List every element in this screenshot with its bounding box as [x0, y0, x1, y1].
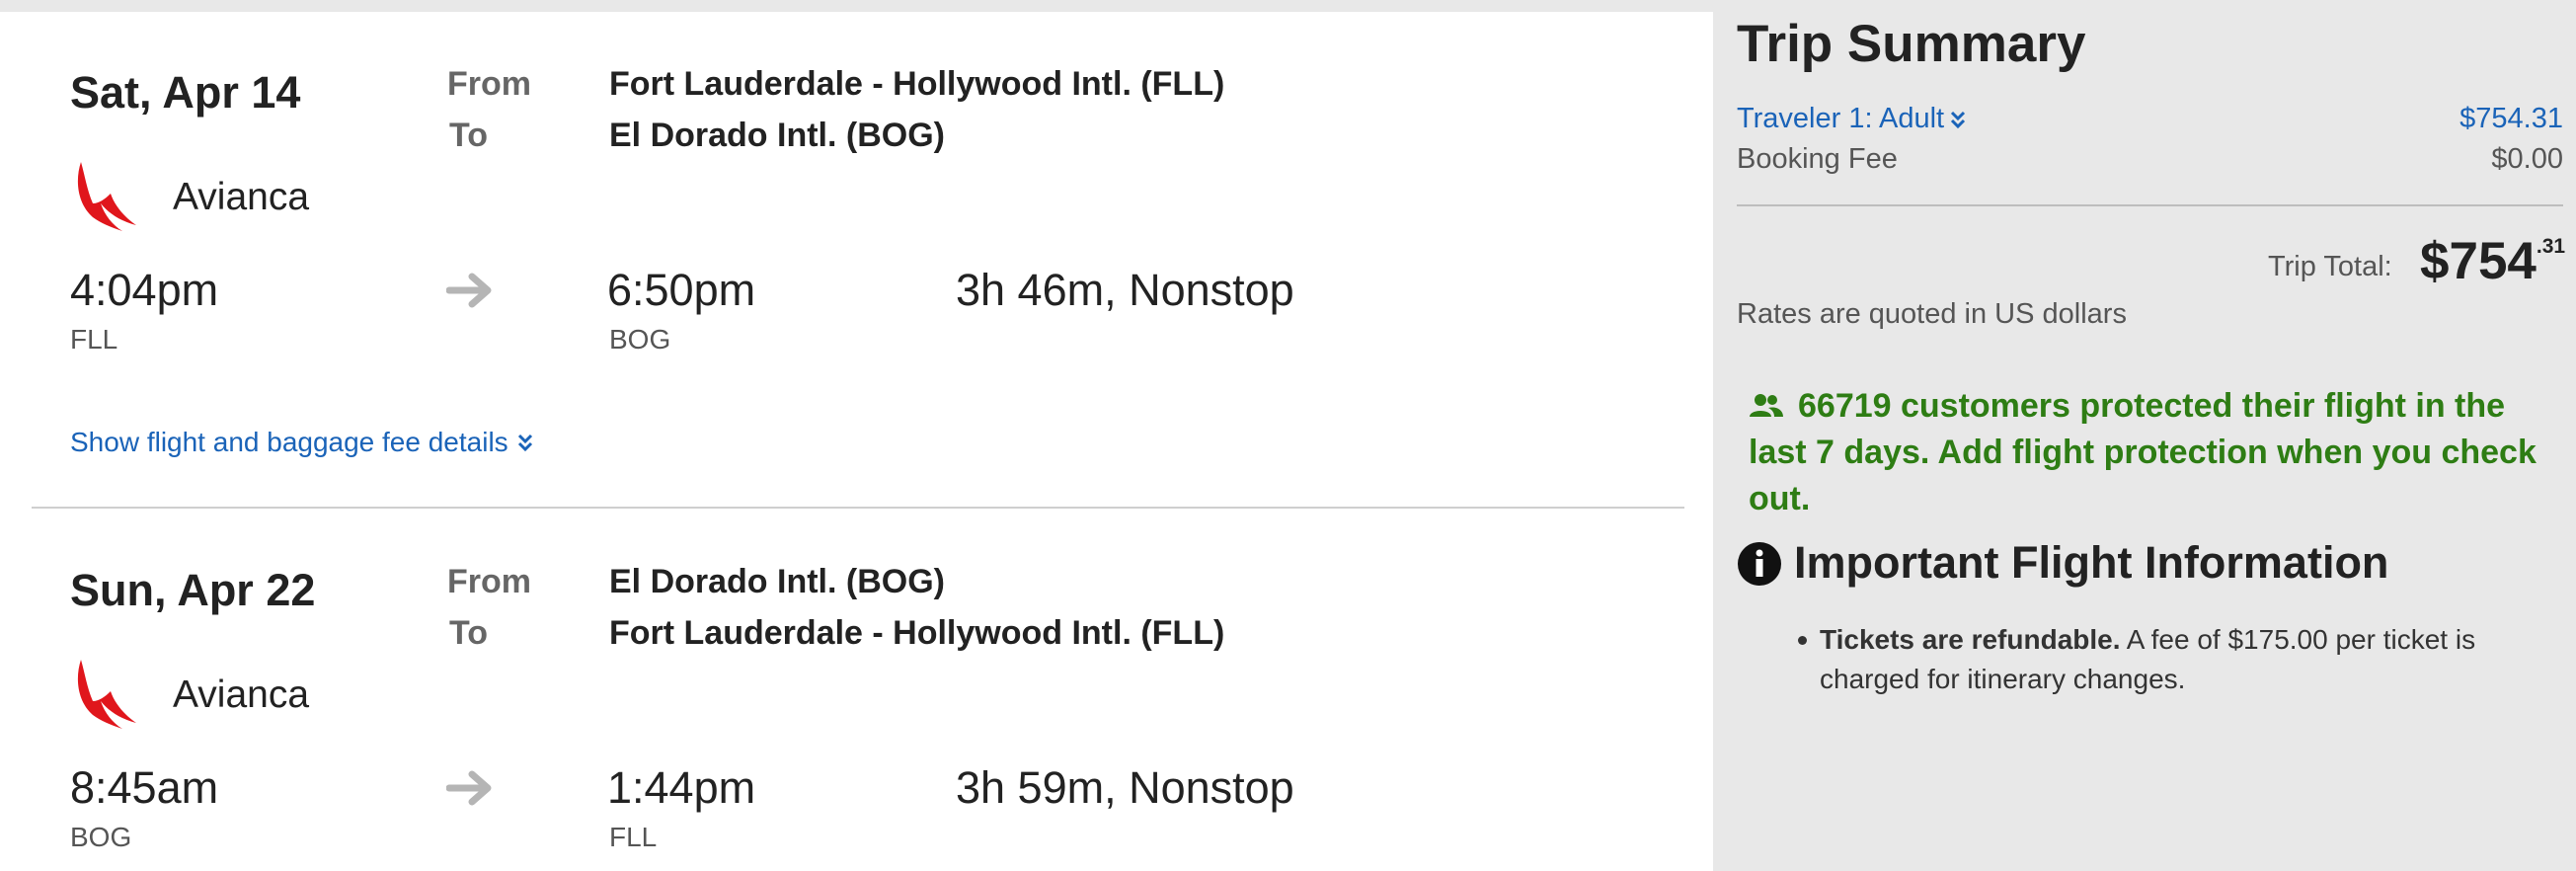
flight-1-arrive-time: 6:50pm: [607, 265, 756, 315]
booking-fee-label: Booking Fee: [1737, 143, 1898, 175]
important-info-title: Important Flight Information: [1794, 537, 2389, 588]
traveler-toggle[interactable]: Traveler 1: Adult: [1737, 103, 1966, 135]
bullet-dot: [1798, 636, 1807, 645]
flight-1-duration: 3h 46m, Nonstop: [956, 265, 1294, 315]
currency-note: Rates are quoted in US dollars: [1737, 298, 2127, 330]
flight-1-arrive-code: BOG: [609, 324, 671, 355]
avianca-logo: [77, 162, 136, 231]
flight-2-airline: Avianca: [173, 673, 310, 716]
double-chevron-down-icon: [517, 434, 532, 452]
flight-2-to-label: To: [449, 614, 489, 652]
flight-1-date: Sat, Apr 14: [70, 67, 301, 118]
flight-1-depart-code: FLL: [70, 324, 118, 355]
arrow-right-icon: [446, 273, 492, 308]
trip-total-cents: .31: [2536, 235, 2566, 258]
double-chevron-down-icon: [1951, 111, 1966, 128]
flight-1-airline: Avianca: [173, 176, 310, 218]
arrow-right-icon: [446, 770, 492, 806]
trip-total-amount: $754.31: [2420, 231, 2565, 291]
flight-2-to-airport: Fort Lauderdale - Hollywood Intl. (FLL): [609, 614, 1225, 652]
trip-total-dollars: $754: [2420, 232, 2537, 290]
traveler-label[interactable]: Traveler 1: Adult: [1737, 103, 1944, 135]
flight-2-duration: 3h 59m, Nonstop: [956, 762, 1294, 813]
flight-1-to-label: To: [449, 117, 489, 154]
show-details-link[interactable]: Show flight and baggage fee details: [70, 427, 534, 458]
trip-summary-title: Trip Summary: [1737, 15, 2086, 73]
flight-2-from-label: From: [447, 563, 531, 600]
flight-2-from-airport: El Dorado Intl. (BOG): [609, 563, 945, 600]
show-details-label[interactable]: Show flight and baggage fee details: [70, 427, 508, 458]
traveler-price: $754.31: [2459, 103, 2563, 134]
refund-info-bold: Tickets are refundable.: [1820, 624, 2121, 655]
flight-2-date: Sun, Apr 22: [70, 565, 316, 615]
summary-divider: [1737, 204, 2563, 206]
flight-1-to-airport: El Dorado Intl. (BOG): [609, 117, 945, 154]
avianca-logo: [77, 660, 136, 729]
flight-2-depart-code: BOG: [70, 822, 132, 852]
refund-info: Tickets are refundable. A fee of $175.00…: [1820, 620, 2540, 699]
booking-fee-price: $0.00: [2491, 143, 2563, 175]
flight-2-arrive-time: 1:44pm: [607, 762, 756, 813]
flight-1-depart-time: 4:04pm: [70, 265, 219, 315]
flight-1-from-label: From: [447, 65, 531, 103]
promo-text: 66719 customers protected their flight i…: [1749, 387, 2537, 517]
trip-total-label: Trip Total:: [2268, 251, 2392, 282]
flight-2-depart-time: 8:45am: [70, 762, 219, 813]
flight-2-arrive-code: FLL: [609, 822, 658, 852]
flight-1-from-airport: Fort Lauderdale - Hollywood Intl. (FLL): [609, 65, 1225, 103]
info-circle-icon: [1738, 542, 1781, 586]
flight-divider: [32, 507, 1684, 509]
